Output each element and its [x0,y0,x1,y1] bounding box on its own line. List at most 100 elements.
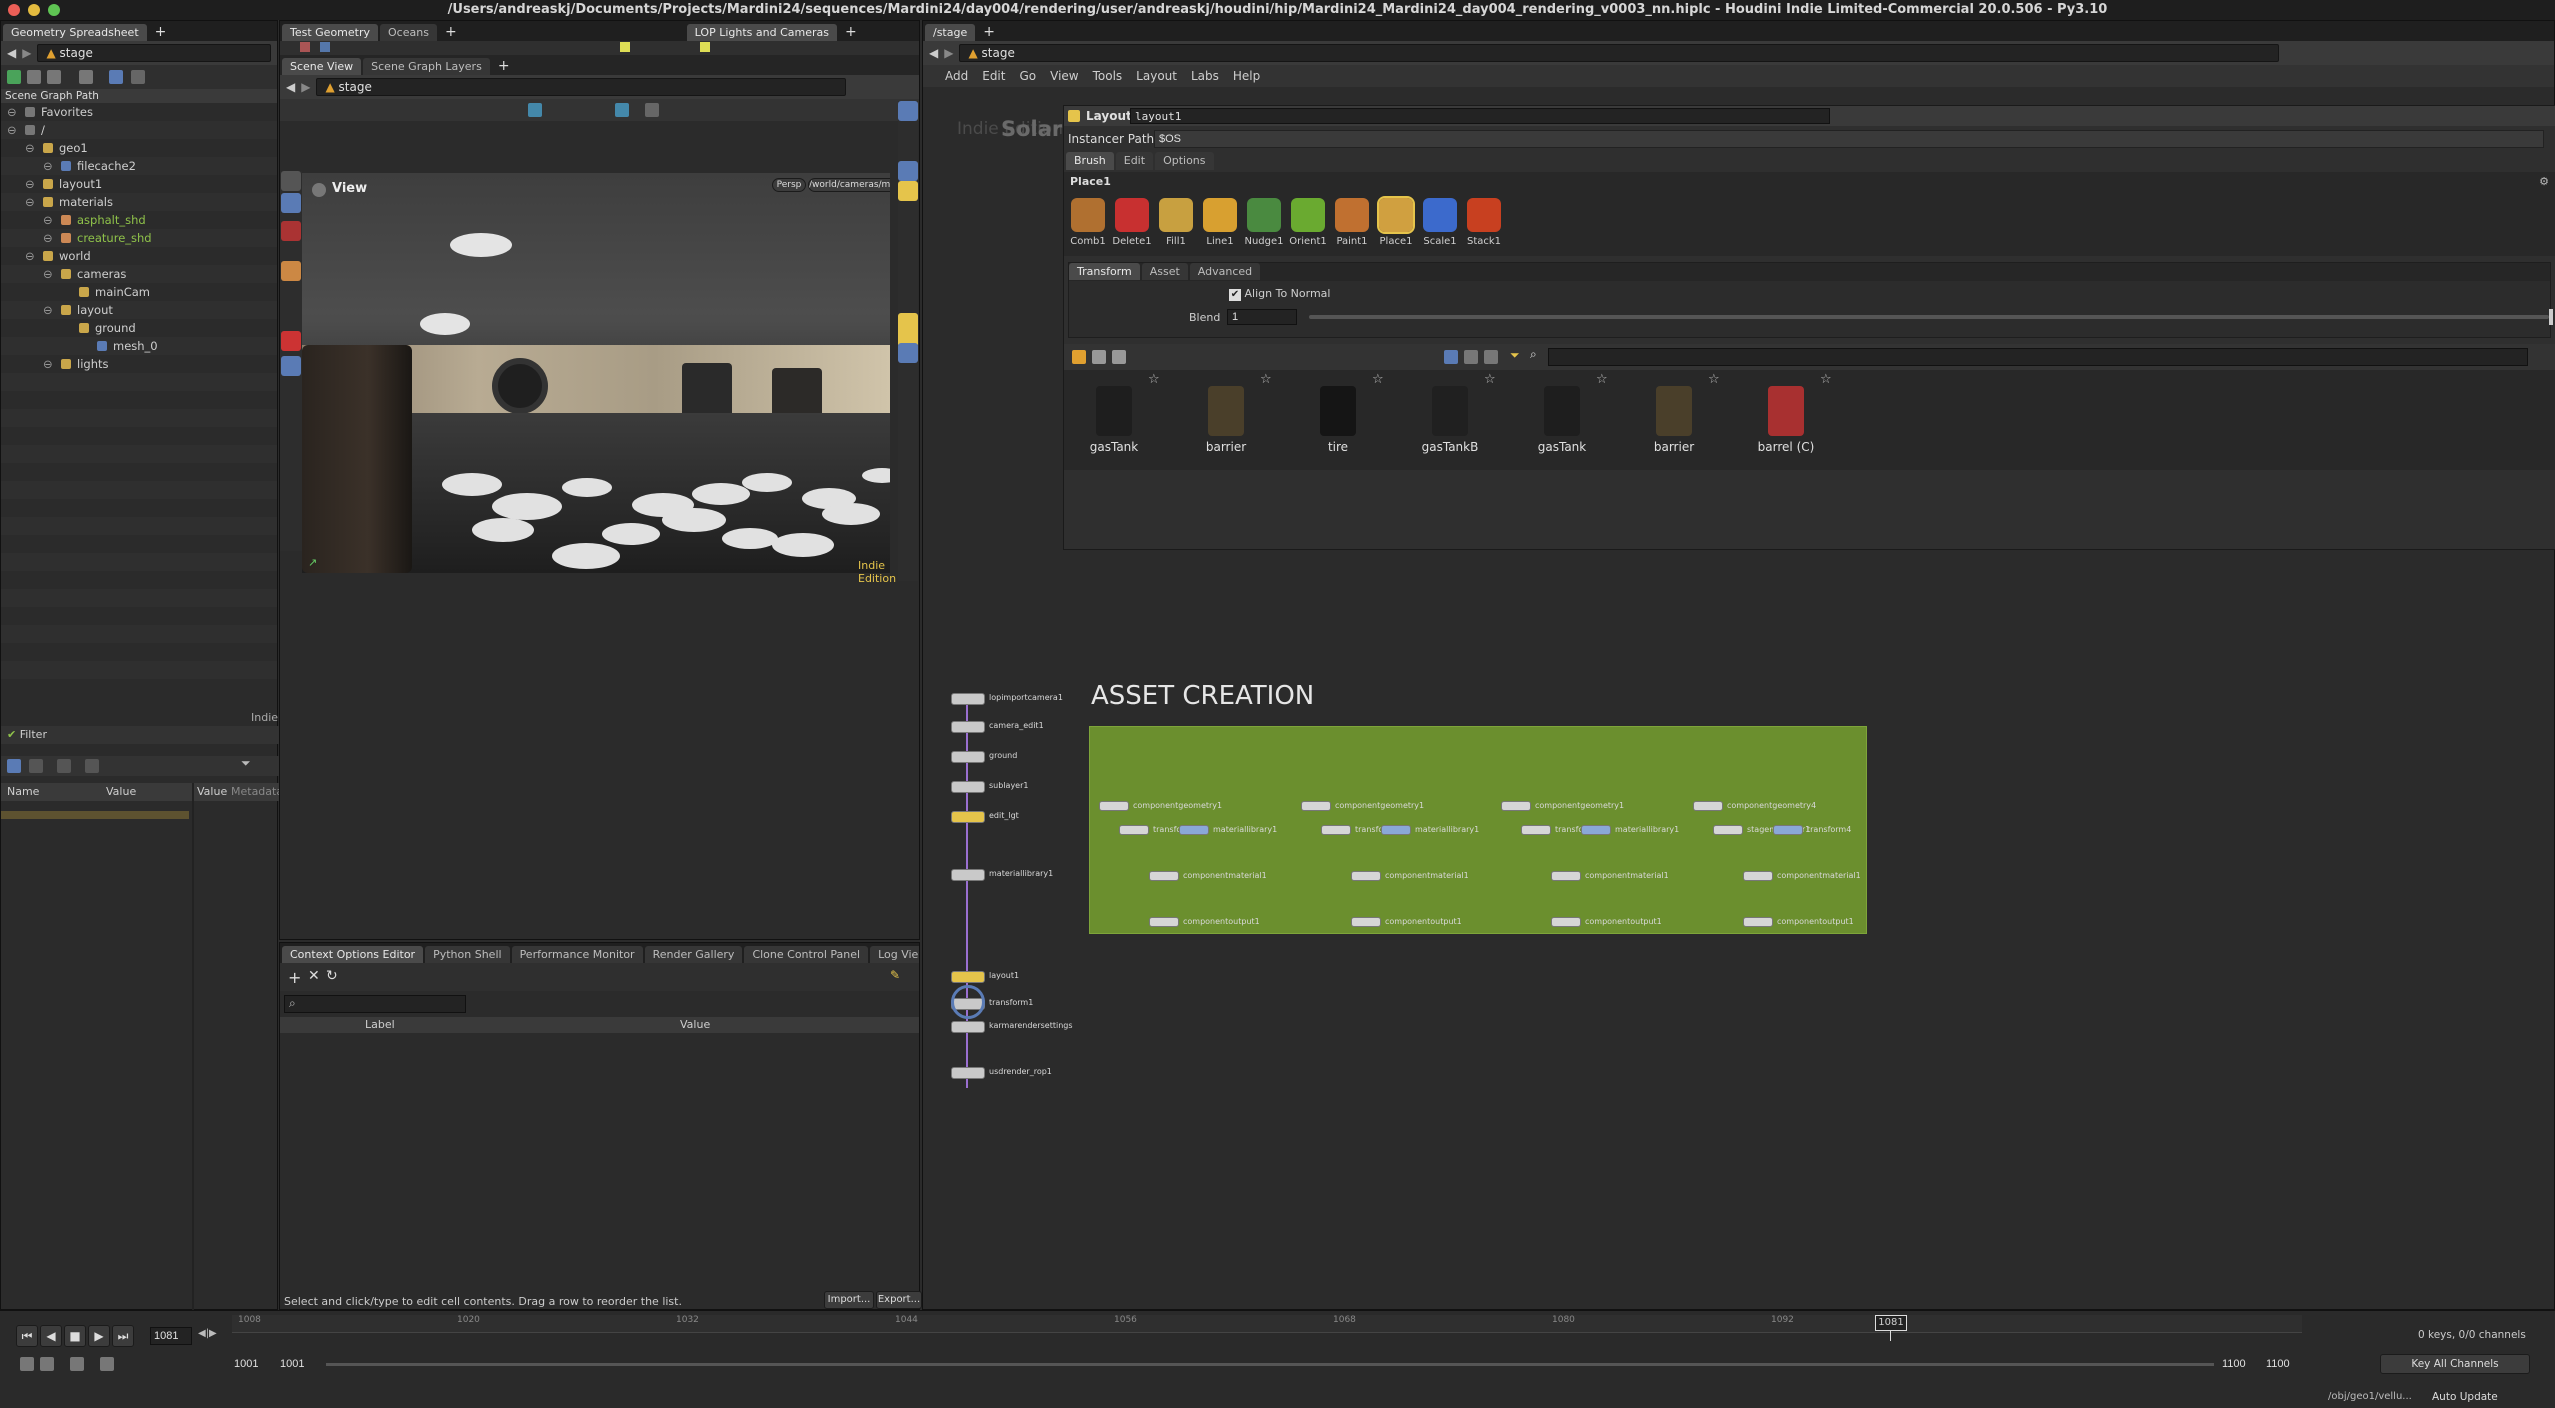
viewer-path-field[interactable]: ▲ stage [316,78,847,96]
select-tool-icon[interactable] [281,171,301,191]
subtab-advanced[interactable]: Advanced [1189,263,1261,280]
group-node[interactable] [1581,825,1611,835]
asset-item[interactable]: ☆ barrier [1624,372,1724,454]
step-back-button[interactable]: ◀ [40,1325,62,1347]
expand-toggle-icon[interactable]: ⊖ [43,301,53,319]
light-tool-icon[interactable] [620,42,630,52]
tool-place1[interactable]: Place1 [1376,196,1416,247]
favorite-star-icon[interactable]: ☆ [1596,372,1608,387]
group-node[interactable] [1501,801,1531,811]
snap-icon[interactable] [528,103,542,117]
asset-item[interactable]: ☆ gasTank [1064,372,1164,454]
frame-ruler[interactable]: 1008 1020 1032 1044 1056 1068 1080 1092 [232,1315,2302,1333]
current-frame-field[interactable] [150,1327,192,1345]
back-arrow-icon[interactable]: ◀ [286,80,295,94]
add-viewer-tab-button[interactable]: + [492,57,516,75]
back-arrow-icon[interactable]: ◀ [7,46,16,60]
large-icons-view-icon[interactable] [1444,350,1458,364]
network-node[interactable] [951,869,985,881]
param-tab-options[interactable]: Options [1155,152,1214,170]
expand-toggle-icon[interactable]: ⊖ [7,121,17,139]
network-node[interactable] [951,781,985,793]
expand-toggle-icon[interactable]: ⊖ [25,247,35,265]
realtime-icon[interactable] [20,1357,34,1371]
add-tab-button[interactable]: + [149,23,173,41]
tool-delete1[interactable]: Delete1 [1112,198,1152,247]
trash-icon[interactable] [1112,350,1126,364]
viewport[interactable]: View Persp /world/cameras/mainCam [302,173,890,573]
range-start-field[interactable] [234,1355,276,1373]
asset-search-input[interactable] [1548,348,2528,366]
favorite-star-icon[interactable]: ☆ [1484,372,1496,387]
network-node[interactable] [951,971,985,983]
auto-update-label[interactable]: Auto Update [2432,1391,2498,1403]
options-icon[interactable] [79,70,93,84]
import-button[interactable]: Import... [824,1291,874,1309]
tab-scene-graph-layers[interactable]: Scene Graph Layers [363,58,490,75]
favorite-star-icon[interactable]: ☆ [1260,372,1272,387]
align-normal-checkbox[interactable]: ✔ [1229,289,1241,301]
list-view-icon[interactable] [29,759,43,773]
audio-icon[interactable] [40,1357,54,1371]
blend-slider-handle[interactable] [2549,309,2553,325]
tab-python-shell[interactable]: Python Shell [425,946,510,963]
background-icon[interactable] [898,343,918,363]
tool-stack1[interactable]: Stack1 [1464,198,1504,247]
tab-stage[interactable]: /stage [925,24,976,41]
asset-tool-icon[interactable] [1092,350,1106,364]
tab-test-geometry[interactable]: Test Geometry [282,24,379,41]
forward-arrow-icon[interactable]: ▶ [22,46,31,60]
forward-arrow-icon[interactable]: ▶ [944,46,953,60]
search-icon[interactable] [109,70,123,84]
tool-comb1[interactable]: Comb1 [1068,198,1108,247]
stop-button[interactable]: ■ [64,1325,86,1347]
edit-pencil-icon[interactable]: ✎ [890,968,900,982]
fps-icon[interactable] [100,1357,114,1371]
group-node[interactable] [1099,801,1129,811]
range-slider[interactable] [326,1363,2214,1366]
asset-tool-icon[interactable] [1072,350,1086,364]
network-node[interactable] [951,811,985,823]
network-node[interactable] [951,1067,985,1079]
tool-fill1[interactable]: Fill1 [1156,198,1196,247]
delete-option-icon[interactable]: ✕ [308,968,320,984]
menu-labs[interactable]: Labs [1191,69,1219,83]
magnet-icon[interactable] [281,331,301,351]
export-button[interactable]: Export... [876,1291,922,1309]
expand-toggle-icon[interactable]: ⊖ [43,355,53,373]
tab-context-options-editor[interactable]: Context Options Editor [282,946,424,963]
grid-view-icon[interactable] [85,759,99,773]
asset-item[interactable]: ☆ gasTankB [1400,372,1500,454]
shelf-tool-icon[interactable] [300,42,310,52]
group-node[interactable] [1351,871,1381,881]
shading-icon[interactable] [898,161,918,181]
favorite-star-icon[interactable]: ☆ [1820,372,1832,387]
tab-lop-lights-cameras[interactable]: LOP Lights and Cameras [686,24,837,41]
pose-tool-icon[interactable] [281,261,301,281]
tab-clone-control-panel[interactable]: Clone Control Panel [744,946,869,963]
tool-line1[interactable]: Line1 [1200,198,1240,247]
play-button[interactable]: ▶ [88,1325,110,1347]
expand-toggle-icon[interactable]: ⊖ [25,193,35,211]
group-node[interactable] [1743,871,1773,881]
light-icon[interactable] [898,181,918,201]
tab-geometry-spreadsheet[interactable]: Geometry Spreadsheet [3,24,147,41]
asset-item[interactable]: ☆ tire [1288,372,1388,454]
blend-slider[interactable] [1309,315,2549,319]
network-node[interactable] [951,1021,985,1033]
collapse-icon[interactable] [27,70,41,84]
group-node[interactable] [1381,825,1411,835]
tool-paint1[interactable]: Paint1 [1332,198,1372,247]
link-icon[interactable] [131,70,145,84]
group-node[interactable] [1119,825,1149,835]
group-node[interactable] [1773,825,1803,835]
add-option-icon[interactable]: + [288,968,301,987]
param-tab-edit[interactable]: Edit [1115,152,1154,170]
group-node[interactable] [1149,871,1179,881]
display-options-icon[interactable] [898,101,918,121]
display-icon[interactable] [615,103,629,117]
lock-icon[interactable] [281,193,301,213]
camera-icon[interactable] [645,103,659,117]
node-name-field[interactable] [1130,108,1830,124]
add-network-tab-button[interactable]: + [977,23,1001,41]
